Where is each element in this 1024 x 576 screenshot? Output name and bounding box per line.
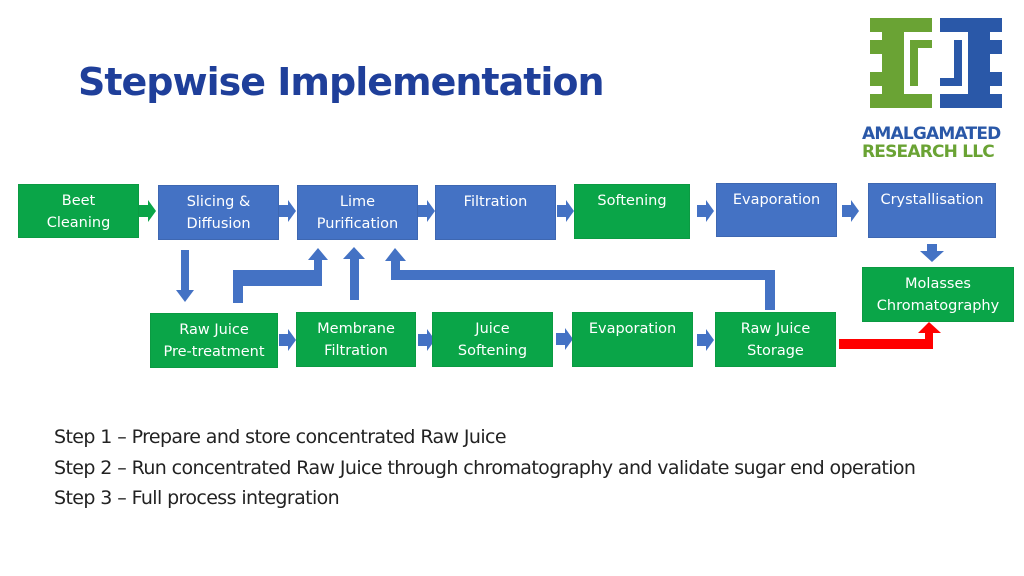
process-box-beet-cleaning[interactable]: Beet Cleaning: [18, 184, 139, 238]
process-box-slicing-diffusion[interactable]: Slicing & Diffusion: [158, 185, 279, 240]
arrow-juice-softening-to-evaporation: [556, 328, 573, 350]
process-label: Juice Softening: [457, 321, 528, 359]
step-item: Step 1 – Prepare and store concentrated …: [54, 426, 507, 448]
process-box-crystallisation[interactable]: Crystallisation: [868, 183, 996, 238]
process-box-evaporation-top[interactable]: Evaporation: [716, 183, 837, 237]
process-label: Softening: [597, 193, 667, 209]
process-box-juice-softening[interactable]: Juice Softening: [432, 312, 553, 367]
process-label: Slicing & Diffusion: [186, 194, 251, 232]
process-box-softening[interactable]: Softening: [574, 184, 690, 239]
arrow-evaporation-to-storage: [697, 329, 714, 351]
process-box-membrane-filtration[interactable]: Membrane Filtration: [296, 312, 416, 367]
arrow-membrane-to-lime: [343, 247, 365, 300]
process-label: Membrane Filtration: [317, 321, 395, 359]
process-label: Molasses Chromatography: [876, 276, 1000, 314]
arrow-storage-to-molasses-highlight: [839, 322, 941, 349]
arrow-slicing-to-lime: [279, 200, 296, 222]
process-label: Crystallisation: [880, 192, 984, 208]
arrow-evaporation-to-crystallisation: [842, 200, 859, 222]
process-box-molasses-chromatography[interactable]: Molasses Chromatography: [862, 267, 1014, 322]
process-box-raw-juice-pretreatment[interactable]: Raw Juice Pre-treatment: [150, 313, 278, 368]
process-label: Lime Purification: [316, 194, 399, 232]
process-label: Raw Juice Storage: [740, 321, 811, 359]
arrow-crystallisation-to-molasses: [920, 244, 944, 262]
process-box-evaporation-bottom[interactable]: Evaporation: [572, 312, 693, 367]
process-label: Evaporation: [732, 192, 821, 208]
arrow-slicing-to-pretreatment: [176, 250, 194, 302]
arrow-lime-to-filtration: [418, 200, 435, 222]
process-label: Evaporation: [588, 321, 677, 337]
process-label: Beet Cleaning: [46, 193, 111, 231]
process-label: Filtration: [463, 194, 528, 210]
connector-segment: [314, 255, 322, 280]
arrow-softening-to-evaporation: [697, 200, 714, 222]
step-item: Step 3 – Full process integration: [54, 487, 340, 509]
step-item: Step 2 – Run concentrated Raw Juice thro…: [54, 456, 916, 479]
process-box-raw-juice-storage[interactable]: Raw Juice Storage: [715, 312, 836, 367]
arrow-pretreatment-to-membrane: [279, 329, 296, 351]
process-label: Raw Juice Pre-treatment: [163, 322, 265, 360]
arrow-beet-to-slicing: [139, 200, 156, 222]
connector-segment: [233, 270, 322, 280]
connector-segment: [233, 270, 243, 303]
arrow-storage-to-lime: [385, 248, 775, 310]
process-box-lime-purification[interactable]: Lime Purification: [297, 185, 418, 240]
arrow-filtration-to-softening: [557, 200, 574, 222]
process-box-filtration[interactable]: Filtration: [435, 185, 556, 240]
steps-list: Step 1 – Prepare and store concentrated …: [54, 422, 916, 514]
